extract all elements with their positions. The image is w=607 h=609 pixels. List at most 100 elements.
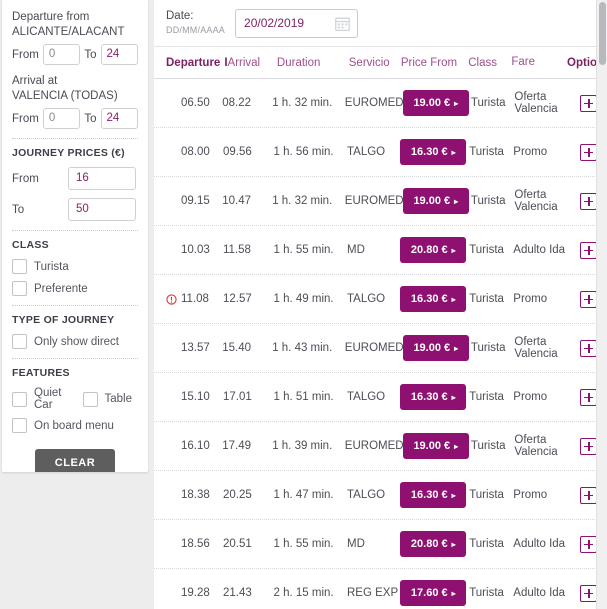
- cell-servicio: TALGO: [347, 489, 386, 501]
- price-value: 16.30 €: [410, 489, 448, 501]
- cell-departure: 13.57: [166, 342, 222, 354]
- cell-servicio: EUROMED: [344, 440, 404, 452]
- expand-options-button[interactable]: [580, 388, 598, 406]
- table-row[interactable]: 13.57 15.40 1 h. 43 min. EUROMED 19.00 € ▸ Tur…: [154, 324, 607, 373]
- class-option-preferente[interactable]: Preferente: [12, 281, 138, 296]
- expand-options-button[interactable]: [580, 339, 598, 357]
- table-row[interactable]: 19.28 21.43 2 h. 15 min. REG EXP 17.60 € ▸ Tur…: [154, 569, 607, 609]
- price-select-button[interactable]: 19.00 € ▸: [402, 188, 469, 214]
- price-select-button[interactable]: 20.80 € ▸: [400, 237, 467, 263]
- expand-options-button[interactable]: [580, 192, 598, 210]
- vertical-scrollbar[interactable]: [596, 0, 607, 609]
- class-filter-title: CLASS: [12, 239, 49, 251]
- date-input[interactable]: 20/02/2019: [235, 8, 359, 38]
- price-to-row: To 50: [12, 198, 138, 221]
- checkbox-icon[interactable]: [12, 334, 27, 349]
- price-from-input[interactable]: 16: [68, 167, 136, 190]
- clear-filters-button[interactable]: CLEAR: [34, 449, 116, 472]
- expand-options-button[interactable]: [580, 94, 598, 112]
- column-header-price-from[interactable]: Price From: [401, 57, 468, 69]
- table-row[interactable]: 15.10 17.01 1 h. 51 min. TALGO 16.30 € ▸ Turis…: [154, 373, 607, 422]
- column-header-arrival[interactable]: Arrival: [228, 57, 277, 69]
- results-table: Departure I Arrival Duration Servicio Pri…: [154, 47, 607, 609]
- feature-option-on-board-menu[interactable]: On board menu: [12, 418, 138, 433]
- price-select-button[interactable]: 19.00 € ▸: [402, 335, 469, 361]
- expand-options-button[interactable]: [580, 535, 598, 553]
- cell-servicio: TALGO: [347, 293, 386, 305]
- price-value: 19.00 €: [413, 97, 451, 109]
- column-header-servicio[interactable]: Servicio: [349, 57, 401, 69]
- expand-options-button[interactable]: [580, 143, 598, 161]
- price-select-button[interactable]: 16.30 € ▸: [400, 384, 467, 410]
- cell-price: 19.00 € ▸: [402, 90, 471, 116]
- price-value: 20.80 €: [410, 538, 448, 550]
- price-value: 16.30 €: [410, 391, 448, 403]
- type-of-journey-title: TYPE OF JOURNEY: [12, 314, 115, 326]
- cell-duration: 1 h. 39 min.: [272, 440, 333, 452]
- departure-time: 10.03: [181, 244, 210, 256]
- table-row[interactable]: 11.08 12.57 1 h. 49 min. TALGO 16.30 € ▸ Turis…: [154, 275, 607, 324]
- checkbox-icon[interactable]: [12, 391, 27, 407]
- journey-option-only-direct[interactable]: Only show direct: [12, 334, 138, 349]
- checkbox-icon[interactable]: [12, 281, 27, 296]
- cell-fare: Promo: [513, 488, 548, 501]
- expand-options-button[interactable]: [580, 437, 598, 455]
- price-select-button[interactable]: 20.80 € ▸: [400, 531, 467, 557]
- features-title: FEATURES: [12, 367, 70, 379]
- checkbox-icon[interactable]: [12, 418, 27, 433]
- table-row[interactable]: 06.50 08.22 1 h. 32 min. EUROMED 19.00 € ▸ Tur…: [154, 79, 607, 128]
- column-header-duration[interactable]: Duration: [277, 57, 349, 69]
- departure-to-hour-input[interactable]: 24: [100, 44, 138, 65]
- table-row[interactable]: 08.00 09.56 1 h. 56 min. TALGO 16.30 € ▸ Turis…: [154, 128, 607, 177]
- expand-options-button[interactable]: [580, 241, 598, 259]
- table-row[interactable]: 18.38 20.25 1 h. 47 min. TALGO 16.30 € ▸ Turis…: [154, 471, 607, 520]
- arrival-from-hour-input[interactable]: 0: [42, 108, 81, 129]
- expand-options-button[interactable]: [580, 290, 598, 308]
- arrival-to-hour-input[interactable]: 24: [100, 108, 138, 129]
- price-value: 17.60 €: [410, 587, 448, 599]
- checkbox-icon[interactable]: [12, 259, 27, 274]
- cell-fare: Oferta Valencia: [514, 188, 558, 214]
- cell-arrival: 20.51: [222, 538, 252, 550]
- cell-arrival: 12.57: [222, 293, 252, 305]
- table-row[interactable]: 16.10 17.49 1 h. 39 min. EUROMED 19.00 € ▸ Tur…: [154, 422, 607, 471]
- column-header-departure[interactable]: Departure I: [166, 57, 228, 69]
- table-row[interactable]: 18.56 20.51 1 h. 55 min. MD 20.80 € ▸ Turista A…: [154, 520, 607, 569]
- cell-fare: Oferta Valencia: [514, 90, 558, 116]
- price-select-button[interactable]: 16.30 € ▸: [400, 286, 467, 312]
- table-row[interactable]: 10.03 11.58 1 h. 55 min. MD 20.80 € ▸ Turista A…: [154, 226, 607, 275]
- calendar-icon[interactable]: [335, 16, 350, 32]
- price-select-button[interactable]: 16.30 € ▸: [400, 482, 467, 508]
- cell-price: 16.30 € ▸: [400, 384, 469, 410]
- table-row[interactable]: 09.15 10.47 1 h. 32 min. EUROMED 19.00 € ▸ Tur…: [154, 177, 607, 226]
- expand-options-button[interactable]: [580, 584, 598, 602]
- cell-arrival: 09.56: [222, 146, 252, 158]
- journey-option-only-direct-label: Only show direct: [34, 335, 120, 348]
- column-header-fare[interactable]: Fare: [511, 56, 567, 69]
- cell-duration: 1 h. 49 min.: [273, 293, 334, 305]
- expand-options-button[interactable]: [580, 486, 598, 504]
- scrollbar-thumb[interactable]: [599, 2, 606, 65]
- departure-from-hour-input[interactable]: 0: [42, 44, 81, 65]
- checkbox-icon[interactable]: [82, 391, 98, 407]
- cell-servicio: MD: [347, 538, 365, 550]
- departure-from-label: From: [12, 48, 39, 61]
- chevron-right-icon: ▸: [454, 441, 459, 451]
- departure-time: 19.28: [181, 587, 210, 599]
- cell-duration: 1 h. 55 min.: [273, 244, 334, 256]
- cell-departure: 15.10: [166, 391, 223, 403]
- feature-option-table-label: Table: [104, 393, 133, 405]
- class-option-turista-label: Turista: [34, 260, 69, 273]
- chevron-right-icon: ▸: [451, 490, 456, 500]
- class-option-turista[interactable]: Turista: [12, 259, 138, 274]
- price-to-input[interactable]: 50: [68, 198, 136, 221]
- price-select-button[interactable]: 17.60 € ▸: [400, 580, 467, 606]
- cell-price: 19.00 € ▸: [402, 188, 471, 214]
- column-header-class[interactable]: Class: [468, 57, 511, 69]
- train-search-results-page: Departure from ALICANTE/ALACANT From 0 T…: [0, 0, 607, 609]
- sort-ascending-icon: I: [224, 56, 228, 69]
- cell-servicio: MD: [347, 244, 365, 256]
- price-select-button[interactable]: 19.00 € ▸: [402, 90, 469, 116]
- price-select-button[interactable]: 19.00 € ▸: [402, 433, 469, 459]
- price-select-button[interactable]: 16.30 € ▸: [400, 139, 467, 165]
